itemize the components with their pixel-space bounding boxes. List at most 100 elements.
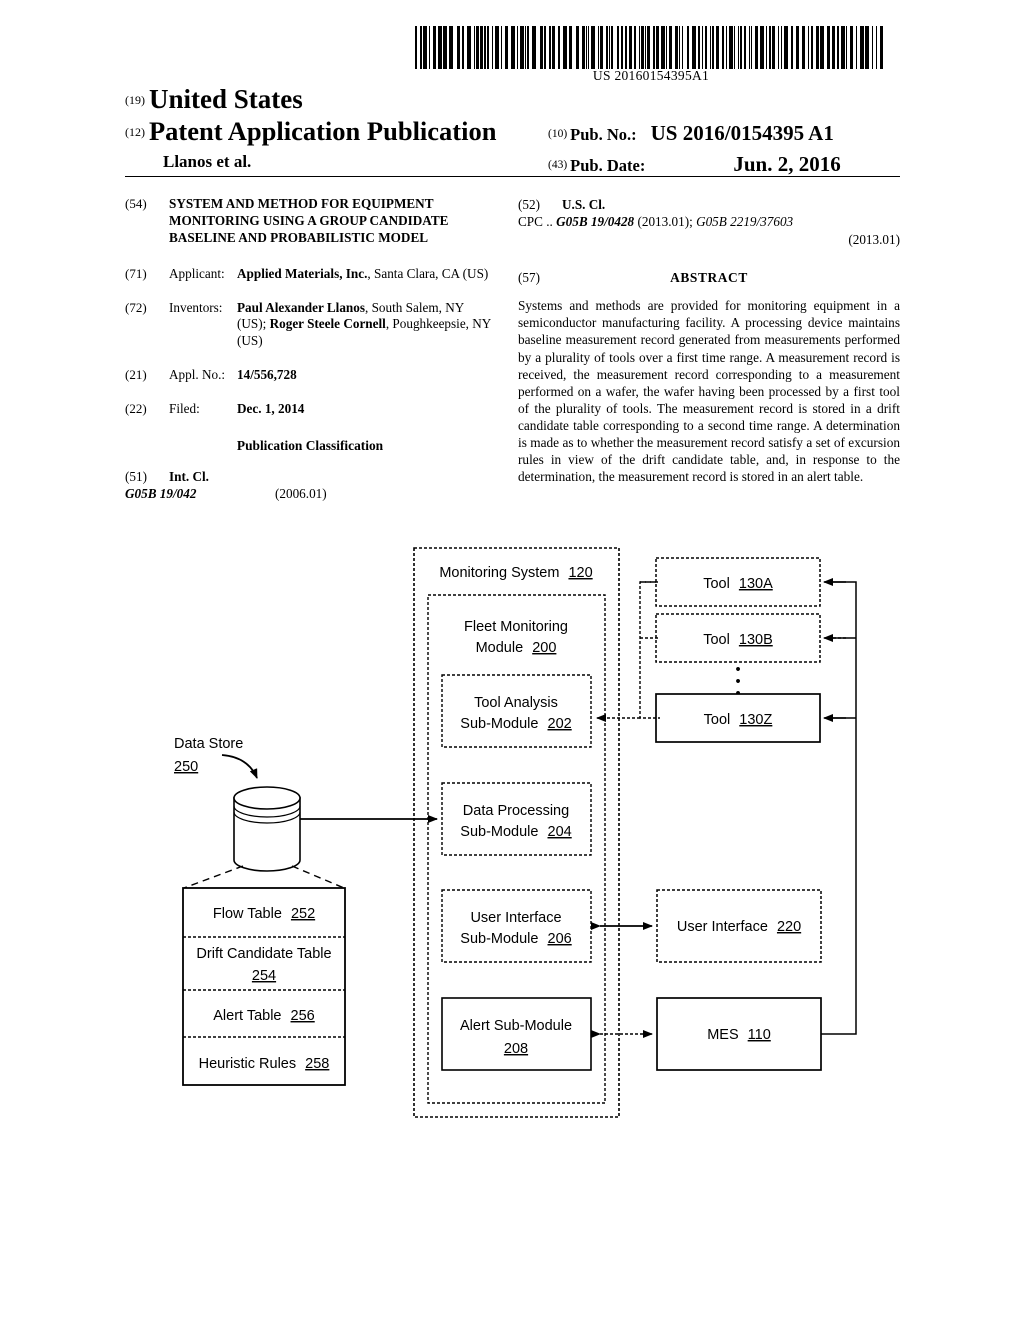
field-int-cl: (51) Int. Cl. G05B 19/042 (2006.01) — [125, 468, 495, 502]
data-store-pointer-arrow — [221, 754, 258, 779]
applicant-value: Applied Materials, Inc., Santa Clara, CA… — [237, 266, 495, 283]
monitoring-system-label: Monitoring System 120 — [439, 565, 592, 581]
doc-type-num: (12) — [125, 125, 145, 139]
drift-candidate-table-ref: 254 — [252, 968, 276, 984]
inventor-1-name: Paul Alexander Llanos — [237, 299, 365, 315]
applicant-address: , Santa Clara, CA (US) — [367, 265, 489, 281]
mes-to-tools-bus — [821, 581, 857, 1035]
invention-title: SYSTEM AND METHOD FOR EQUIPMENT MONITORI… — [169, 196, 449, 245]
alert-submodule-box — [441, 997, 592, 1071]
monitoring-system-ref: 120 — [568, 565, 592, 581]
user-interface-submodule-box — [441, 889, 592, 963]
user-interface-220-label: User Interface 220 — [677, 919, 801, 935]
cpc-line: CPC .. G05B 19/0428 (2013.01); G05B 2219… — [518, 213, 900, 230]
field-title-num: (54) — [125, 196, 147, 211]
tool-130z-box — [655, 693, 821, 743]
field-int-cl-num: (51) — [125, 469, 147, 485]
applicant-name: Applied Materials, Inc. — [237, 265, 368, 281]
datastore-expansion-line-left — [183, 865, 244, 889]
submodule-202-ref: 202 — [548, 716, 572, 732]
data-processing-submodule-box — [441, 782, 592, 856]
submodule-204-line1: Data Processing — [463, 803, 569, 819]
field-appl-no-num: (21) — [125, 367, 147, 383]
cpc-version-1: (2013.01); — [637, 214, 697, 230]
field-filed: (22) Filed: Dec. 1, 2014 — [125, 401, 495, 418]
field-inventors: (72) Inventors: Paul Alexander Llanos, S… — [125, 300, 495, 351]
drift-candidate-table-label: Drift Candidate Table — [196, 946, 331, 962]
masthead: (19) United States (12) Patent Application… — [125, 84, 900, 176]
flow-table-label: Flow Table 252 — [213, 906, 315, 922]
submodule-206-line1: User Interface — [470, 910, 561, 926]
abstract-num: (57) — [518, 270, 540, 286]
abstract-body: Systems and methods are provided for mon… — [518, 298, 900, 485]
submodule-206-line2: Sub-Module 206 — [460, 931, 571, 947]
publication-number-row: (10) Pub. No.: US 2016/0154395 A1 — [548, 121, 834, 146]
bibliographic-left-column: (54) SYSTEM AND METHOD FOR EQUIPMENT MON… — [125, 196, 495, 502]
field-us-cl: (52) U.S. Cl. CPC .. G05B 19/0428 (2013.… — [518, 196, 900, 248]
abstract-title: ABSTRACT — [670, 270, 748, 286]
tool-130a-ref: 130A — [739, 576, 773, 592]
int-cl-version: (2006.01) — [275, 486, 327, 502]
database-cylinder-icon — [233, 786, 301, 872]
pub-no-label: Pub. No.: — [570, 125, 637, 144]
field-inventors-label: Inventors: — [169, 299, 223, 315]
fleet-module-ref: 200 — [532, 640, 556, 656]
submodule-208-ref: 208 — [504, 1041, 528, 1057]
cpc-code-2: G05B 2219/37603 — [696, 214, 794, 230]
alert-table-ref: 256 — [291, 1008, 315, 1024]
mes-110-label: MES 110 — [707, 1027, 771, 1043]
submodule-202-line2: Sub-Module 202 — [460, 716, 571, 732]
pub-date-value: Jun. 2, 2016 — [733, 152, 841, 176]
data-store-label: Data Store — [174, 736, 243, 752]
field-applicant-num: (71) — [125, 265, 147, 281]
fleet-module-label-line1: Fleet Monitoring — [464, 619, 568, 635]
pub-no-value: US 2016/0154395 A1 — [650, 121, 834, 145]
user-interface-220-ref: 220 — [777, 919, 801, 935]
submodule-204-line2: Sub-Module 204 — [460, 824, 571, 840]
abstract-heading: (57) ABSTRACT — [518, 270, 900, 286]
heuristic-rules-ref: 258 — [305, 1056, 329, 1072]
filed-value: Dec. 1, 2014 — [237, 401, 305, 417]
fleet-module-label-line2: Module 200 — [476, 640, 557, 656]
submodule-204-ref: 204 — [548, 824, 572, 840]
mes-110-ref: 110 — [748, 1027, 771, 1043]
monitoring-system-name: Monitoring System — [439, 565, 559, 581]
submodule-208-line1: Alert Sub-Module — [460, 1018, 572, 1034]
field-inventors-num: (72) — [125, 299, 147, 315]
fleet-module-name2: Module — [476, 640, 524, 656]
publication-classification-heading: Publication Classification — [236, 438, 384, 454]
alert-table-label: Alert Table 256 — [213, 1008, 314, 1024]
author-line: Llanos et al. — [163, 152, 252, 171]
pub-no-num: (10) — [548, 128, 568, 140]
heuristic-rules-label: Heuristic Rules 258 — [199, 1056, 330, 1072]
bibliographic-right-column: (52) U.S. Cl. CPC .. G05B 19/0428 (2013.… — [518, 196, 900, 485]
field-appl-no: (21) Appl. No.: 14/556,728 — [125, 367, 495, 384]
pub-date-num: (43) — [548, 159, 568, 171]
barcode — [415, 26, 887, 69]
figure-1: Monitoring System 120 Fleet Monitoring M… — [0, 540, 1024, 1140]
flow-table-ref: 252 — [291, 906, 315, 922]
appl-no-value: 14/556,728 — [237, 367, 297, 383]
submodule-202-line1: Tool Analysis — [474, 695, 558, 711]
publication-date-row: (43) Pub. Date: Jun. 2, 2016 — [548, 152, 841, 177]
field-title: (54) SYSTEM AND METHOD FOR EQUIPMENT MON… — [125, 196, 495, 247]
country-name: United States — [149, 84, 303, 114]
data-store-ref: 250 — [174, 759, 198, 775]
field-appl-no-label: Appl. No.: — [169, 367, 226, 383]
tool-130b-ref: 130B — [739, 632, 773, 648]
field-applicant-label: Applicant: — [169, 265, 225, 281]
masthead-divider — [125, 176, 900, 177]
cpc-version-2: (2013.01) — [848, 231, 900, 247]
int-cl-label: Int. Cl. — [169, 469, 209, 485]
pub-date-label: Pub. Date: — [570, 156, 646, 175]
field-filed-num: (22) — [125, 401, 147, 417]
datastore-expansion-line-right — [291, 865, 345, 889]
int-cl-code: G05B 19/042 — [125, 486, 197, 502]
country-num: (19) — [125, 93, 145, 107]
doc-type-name: Patent Application Publication — [149, 116, 497, 146]
submodule-206-ref: 206 — [548, 931, 572, 947]
inventors-value: Paul Alexander Llanos, South Salem, NY (… — [237, 300, 495, 351]
inventor-2-name: Roger Steele Cornell — [269, 316, 386, 332]
country-line: (19) United States — [125, 84, 303, 115]
field-us-cl-num: (52) — [518, 197, 540, 212]
